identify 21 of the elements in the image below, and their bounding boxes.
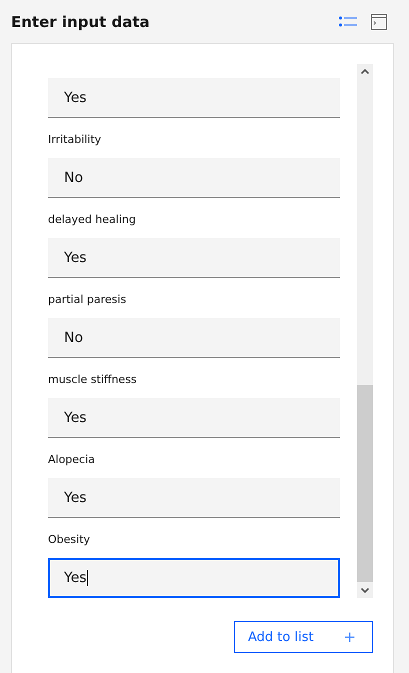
scroll-up-icon[interactable] bbox=[361, 69, 369, 74]
scroll-down-icon[interactable] bbox=[361, 588, 369, 593]
field-label: Irritability bbox=[48, 132, 102, 148]
scroll-thumb[interactable] bbox=[357, 385, 373, 582]
input-field[interactable]: Yes bbox=[48, 78, 340, 118]
field-label: delayed healing bbox=[48, 212, 137, 228]
field-label: muscle stiffness bbox=[48, 372, 138, 388]
list-icon[interactable] bbox=[339, 16, 357, 28]
field-label: partial paresis bbox=[48, 292, 128, 308]
field-label: Alopecia bbox=[48, 452, 96, 468]
add-to-list-button[interactable]: Add to list + bbox=[234, 621, 373, 653]
panel-title: Enter input data bbox=[11, 12, 151, 31]
input-field[interactable]: Yes bbox=[48, 478, 340, 518]
input-field[interactable]: No bbox=[48, 318, 340, 358]
scrollbar[interactable] bbox=[357, 64, 373, 598]
input-field[interactable]: Yes bbox=[48, 238, 340, 278]
input-field[interactable]: No bbox=[48, 158, 340, 198]
field-label: Obesity bbox=[48, 532, 92, 548]
input-field[interactable]: Yes bbox=[48, 398, 340, 438]
terminal-icon[interactable] bbox=[371, 14, 387, 30]
input-field[interactable]: Yes bbox=[48, 558, 340, 598]
